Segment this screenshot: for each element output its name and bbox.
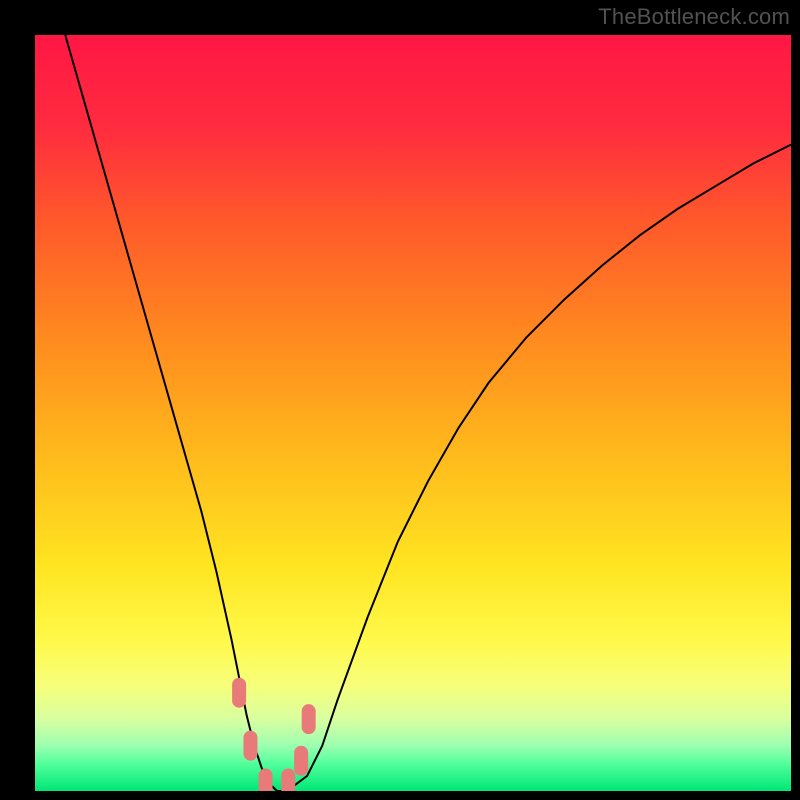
marker-point [259, 768, 273, 791]
curve-layer [35, 35, 791, 791]
watermark-text: TheBottleneck.com [598, 4, 790, 30]
marker-point [243, 731, 257, 761]
bottleneck-curve [65, 35, 791, 791]
marker-point [294, 746, 308, 776]
plot-area [35, 35, 791, 791]
chart-frame: TheBottleneck.com [0, 0, 800, 800]
marker-point [302, 704, 316, 734]
marker-point [281, 768, 295, 791]
bottleneck-markers [232, 678, 316, 791]
marker-point [232, 678, 246, 708]
